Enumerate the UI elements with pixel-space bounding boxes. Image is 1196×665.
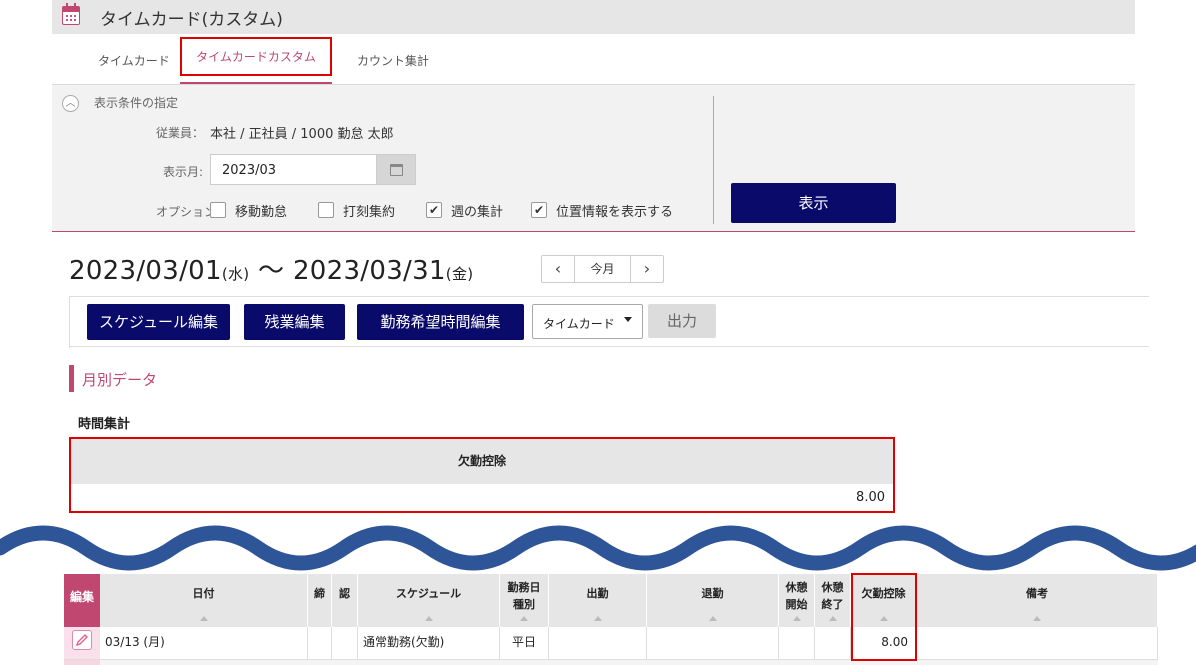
chevron-left-icon[interactable]: ‹ (542, 256, 575, 282)
output-button[interactable]: 出力 (648, 304, 716, 338)
option-move-label: 移動勤怠 (235, 205, 288, 220)
range-end: 2023/03/31 (292, 256, 446, 286)
month-label: 表示月: (163, 165, 204, 179)
time-summary-title: 時間集計 (78, 417, 131, 432)
daytype-column-header[interactable]: 勤務日 種別 (500, 574, 549, 627)
tab-timecard-custom[interactable]: タイムカードカスタム (180, 37, 332, 76)
employee-label: 従業員： (156, 126, 205, 140)
month-navigation: ‹ 今月 › (541, 255, 664, 283)
employee-value: 本社 / 正社員 / 1000 勤怠 太郎 (210, 127, 394, 142)
overtime-edit-button[interactable]: 残業編集 (244, 304, 345, 340)
absence-column-highlight (851, 573, 917, 661)
chevron-right-icon[interactable]: › (630, 256, 663, 282)
wave-divider (0, 525, 1196, 571)
range-tilde: 〜 (258, 256, 285, 286)
range-start-day: (水) (221, 265, 250, 283)
condition-title: 表示条件の指定 (94, 96, 179, 110)
close-column-header: 締 (308, 574, 332, 627)
option-aggregate-checkbox[interactable] (318, 202, 334, 218)
caret-down-icon (624, 317, 632, 322)
note-column-header[interactable]: 備考 (917, 574, 1158, 627)
option-move-checkbox[interactable] (210, 202, 226, 218)
edit-column-header: 編集 (64, 574, 100, 627)
option-aggregate-label: 打刻集約 (343, 205, 396, 220)
schedule-column-header[interactable]: スケジュール (358, 574, 500, 627)
approve-column-header: 認 (332, 574, 358, 627)
date-column-header[interactable]: 日付 (100, 574, 308, 627)
page-title: タイムカード(カスタム) (100, 10, 283, 30)
row-daytype: 平日 (500, 627, 549, 660)
range-start: 2023/03/01 (69, 256, 222, 286)
chevron-up-icon[interactable]: ︿ (62, 95, 79, 112)
panel-divider (713, 96, 714, 224)
calendar-icon (390, 164, 403, 176)
calendar-icon (62, 3, 80, 25)
date-range: 2023/03/01(水) 〜 2023/03/31(金) (69, 250, 473, 287)
section-accent-bar (69, 365, 74, 392)
row-note (917, 627, 1158, 660)
toolbar-divider (69, 346, 1149, 347)
break-start-column-header[interactable]: 休憩 開始 (779, 574, 815, 627)
row-approve-cell (332, 627, 358, 660)
clock-in-column-header[interactable]: 出勤 (549, 574, 647, 627)
month-picker-button[interactable] (376, 154, 416, 185)
row-edit-cell (64, 660, 100, 665)
break-end-column-header[interactable]: 休憩 終了 (815, 574, 851, 627)
table-row (64, 660, 1158, 665)
summary-highlight (69, 437, 895, 513)
option-location-checkbox[interactable]: ✔ (531, 202, 547, 218)
request-edit-button[interactable]: 勤務希望時間編集 (357, 304, 524, 340)
option-weekly-checkbox[interactable]: ✔ (426, 202, 442, 218)
pencil-icon[interactable] (72, 630, 92, 650)
row-break-start (779, 627, 815, 660)
current-month-button[interactable]: 今月 (575, 256, 630, 282)
schedule-edit-button[interactable]: スケジュール編集 (87, 304, 230, 340)
row-close-cell (308, 627, 332, 660)
option-location-label: 位置情報を表示する (556, 205, 674, 220)
row-date: 03/13 (月) (100, 627, 308, 660)
tab-timecard[interactable]: タイムカード (98, 52, 170, 69)
tab-count-summary[interactable]: カウント集計 (357, 52, 429, 69)
option-weekly-label: 週の集計 (451, 205, 504, 220)
clock-out-column-header[interactable]: 退勤 (647, 574, 779, 627)
row-schedule: 通常勤務(欠勤) (358, 627, 500, 660)
row-break-end (815, 627, 851, 660)
section-title: 月別データ (82, 371, 158, 389)
range-end-day: (金) (445, 265, 474, 283)
show-button[interactable]: 表示 (731, 183, 896, 223)
row-clock-out (647, 627, 779, 660)
row-clock-in (549, 627, 647, 660)
month-input[interactable]: 2023/03 (210, 154, 378, 185)
